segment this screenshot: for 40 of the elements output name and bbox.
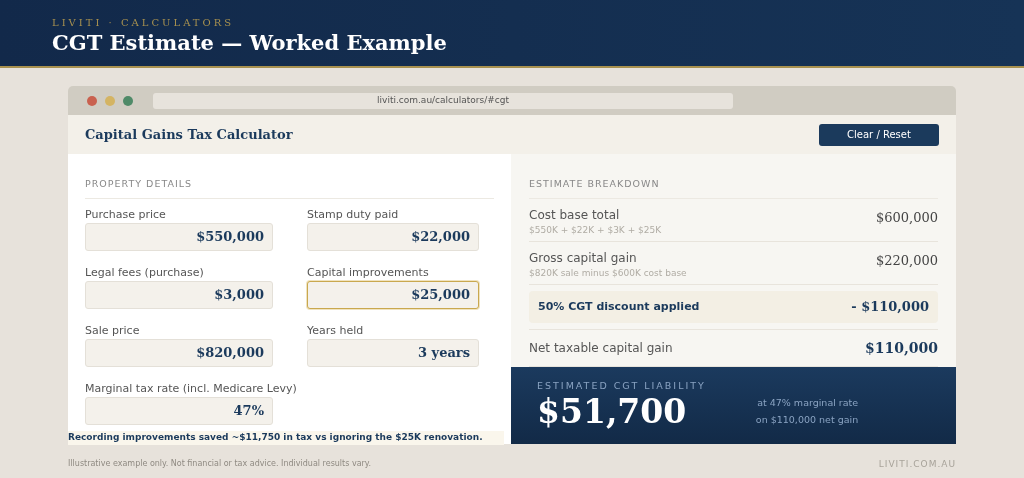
row-detail: $820K sale minus $600K cost base (529, 267, 687, 280)
liability-amount: $51,700 (537, 391, 688, 432)
reset-button[interactable]: Clear / Reset (819, 123, 939, 146)
row-label: Net taxable capital gain (529, 340, 673, 357)
liability-label: ESTIMATED CGT LIABILITY (537, 379, 706, 392)
row-value: $110,000 (864, 338, 938, 358)
address-bar[interactable]: liviti.com.au/calculators/#cgt (153, 92, 733, 109)
row-label: Gross capital gain (529, 251, 638, 266)
field-label: Purchase price (85, 207, 166, 222)
field-label: Years held (307, 323, 364, 338)
savings-note: Recording improvements saved ~$11,750 in tax vs ignoring the $25K renovation. (68, 431, 504, 445)
discount-row: 50% CGT discount applied - $110,000 (529, 291, 938, 323)
field-label: Capital improvements (307, 265, 429, 280)
field-label: Sale price (85, 323, 140, 338)
row-value: $220,000 (875, 252, 938, 270)
window-minimize-icon[interactable] (105, 95, 115, 106)
disclaimer-text: Illustrative example only. Not financial or tax advice. Individual results vary. (68, 458, 371, 470)
section-heading: ESTIMATE BREAKDOWN (529, 178, 660, 189)
input-field[interactable]: 3 years (307, 339, 479, 367)
input-field[interactable]: $22,000 (307, 223, 479, 251)
row-value: $600,000 (875, 209, 938, 227)
window-close-icon[interactable] (87, 95, 97, 106)
input-field[interactable]: $550,000 (85, 223, 273, 251)
liability-note: on $110,000 net gain (755, 412, 859, 427)
field-label: Stamp duty paid (307, 207, 399, 222)
calculator-title: Capital Gains Tax Calculator (85, 125, 293, 144)
liability-note: at 47% marginal rate (757, 395, 859, 410)
page-title: CGT Estimate — Worked Example (52, 29, 448, 57)
field-label: Legal fees (purchase) (85, 265, 204, 280)
input-field[interactable]: $3,000 (85, 281, 273, 309)
row-detail: $550K + $22K + $3K + $25K (529, 224, 662, 237)
site-name: LIVITI.COM.AU (878, 458, 956, 471)
section-heading: PROPERTY DETAILS (85, 178, 193, 189)
input-field[interactable]: 47% (85, 397, 273, 425)
eyebrow-text: LIVITI · CALCULATORS (52, 17, 236, 29)
input-field[interactable]: $820,000 (85, 339, 273, 367)
field-label: Marginal tax rate (incl. Medicare Levy) (85, 381, 297, 396)
input-field[interactable]: $25,000 (307, 281, 479, 309)
window-maximize-icon[interactable] (123, 95, 133, 106)
row-label: Cost base total (529, 208, 621, 223)
